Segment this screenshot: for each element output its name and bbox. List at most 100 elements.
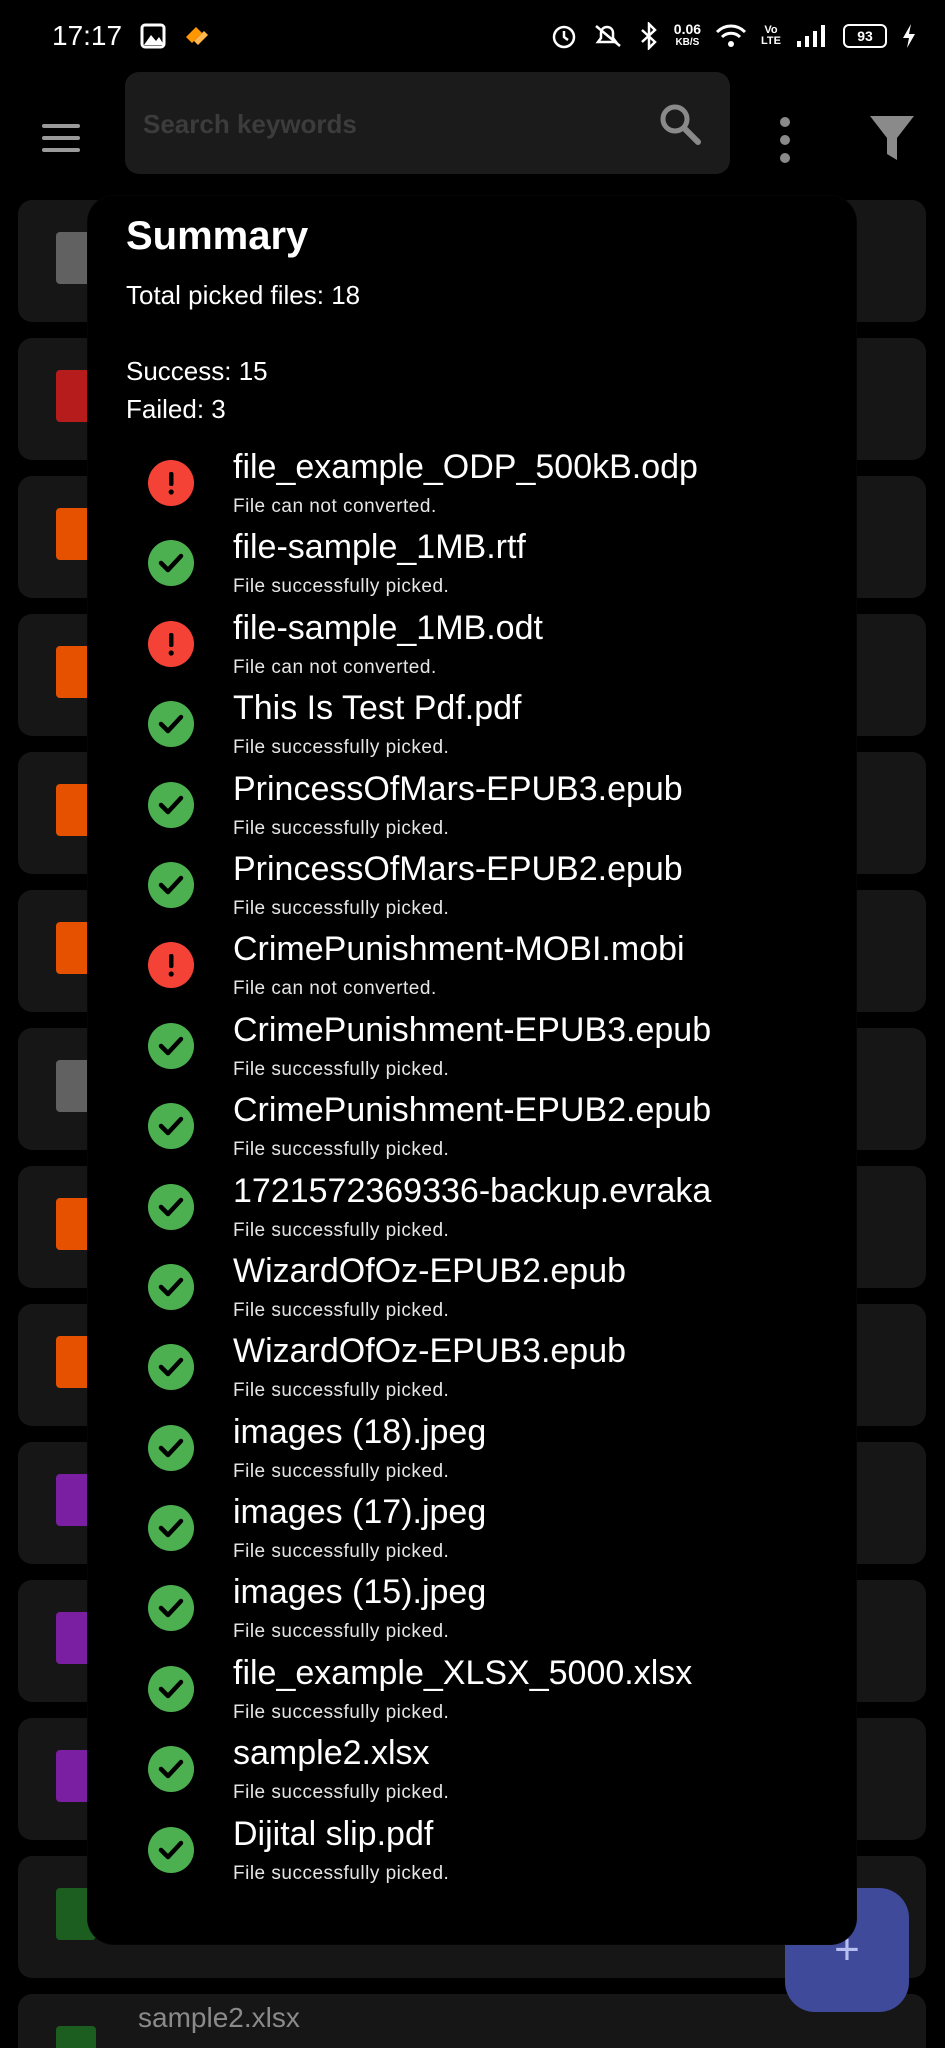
file-name: CrimePunishment-MOBI.mobi <box>233 930 685 969</box>
result-item: CrimePunishment-MOBI.mobi File can not co… <box>88 930 856 1010</box>
search-bar[interactable] <box>125 72 730 174</box>
check-circle-icon <box>148 861 194 908</box>
check-circle-icon <box>148 701 194 748</box>
search-icon[interactable] <box>658 102 702 146</box>
volte-bottom: LTE <box>761 35 781 47</box>
check-circle-icon <box>148 1022 194 1069</box>
file-name: CrimePunishment-EPUB3.epub <box>233 1010 712 1049</box>
file-status-message: File successfully picked. <box>233 1621 450 1643</box>
status-time: 17:17 <box>52 20 123 51</box>
file-status-message: File can not converted. <box>233 656 437 678</box>
wifi-icon <box>715 24 747 47</box>
network-speed: 0.06 KB/S <box>673 21 702 49</box>
result-item: WizardOfOz-EPUB3.epub File successfully p… <box>88 1332 856 1412</box>
result-item: file_example_ODP_500kB.odp File can not c… <box>88 448 856 528</box>
summary-dialog: Summary Total picked files: 18 Success: … <box>88 196 856 1944</box>
result-item: images (18).jpeg File successfully picked… <box>88 1413 856 1493</box>
check-circle-icon <box>148 1263 194 1310</box>
app-notification-icon <box>186 27 209 45</box>
file-name: PrincessOfMars-EPUB3.epub <box>233 769 683 808</box>
file-name: PrincessOfMars-EPUB2.epub <box>233 849 683 888</box>
file-status-message: File successfully picked. <box>233 1058 450 1080</box>
file-name: 1721572369336-backup.evraka <box>233 1171 712 1210</box>
file-status-message: File successfully picked. <box>233 1380 450 1402</box>
file-status-message: File successfully picked. <box>233 1541 450 1563</box>
file-name: images (18).jpeg <box>233 1412 487 1451</box>
result-item: file-sample_1MB.odt File can not converte… <box>88 609 856 689</box>
status-bar: 17:17 0.06 KB/S Vo LTE 93 <box>0 0 945 72</box>
check-circle-icon <box>148 540 194 587</box>
file-status-message: File successfully picked. <box>233 1460 450 1482</box>
file-type-icon <box>56 2026 96 2048</box>
file-name: file-sample_1MB.odt <box>233 608 543 647</box>
result-item: file-sample_1MB.rtf File successfully pic… <box>88 528 856 608</box>
result-item: CrimePunishment-EPUB2.epub File successfu… <box>88 1091 856 1171</box>
file-status-message: File successfully picked. <box>233 1219 450 1241</box>
error-circle-icon <box>148 942 194 989</box>
file-status-message: File successfully picked. <box>233 1701 450 1723</box>
result-item: PrincessOfMars-EPUB3.epub File successful… <box>88 770 856 850</box>
file-name: CrimePunishment-EPUB2.epub <box>233 1091 712 1130</box>
menu-button[interactable] <box>38 118 86 158</box>
check-circle-icon <box>148 781 194 828</box>
file-status-message: File successfully picked. <box>233 576 450 598</box>
file-name: This Is Test Pdf.pdf <box>233 689 522 728</box>
failed-count: Failed: 3 <box>126 394 226 424</box>
alarm-icon <box>552 25 576 49</box>
file-name: WizardOfOz-EPUB3.epub <box>233 1332 627 1371</box>
dialog-title: Summary <box>126 214 309 258</box>
error-circle-icon <box>148 460 194 506</box>
success-count: Success: 15 <box>126 356 268 386</box>
check-circle-icon <box>148 1826 194 1873</box>
file-status-message: File successfully picked. <box>233 1862 450 1884</box>
check-circle-icon <box>148 1505 194 1552</box>
check-circle-icon <box>148 1665 194 1712</box>
file-status-message: File can not converted. <box>233 978 437 1000</box>
battery-indicator: 93 <box>843 24 887 48</box>
file-status-message: File successfully picked. <box>233 1782 450 1804</box>
check-circle-icon <box>148 1585 194 1632</box>
notification-icons <box>140 23 210 49</box>
more-options-icon[interactable] <box>770 112 800 168</box>
file-name: WizardOfOz-EPUB2.epub <box>233 1251 627 1290</box>
result-item: CrimePunishment-EPUB3.epub File successfu… <box>88 1011 856 1091</box>
result-item: WizardOfOz-EPUB2.epub File successfully p… <box>88 1252 856 1332</box>
file-name: file-sample_1MB.rtf <box>233 528 526 567</box>
bluetooth-icon <box>640 22 657 50</box>
filter-icon[interactable] <box>868 112 916 164</box>
charging-icon <box>903 24 915 48</box>
gallery-icon <box>140 23 166 49</box>
file-status-message: File successfully picked. <box>233 1139 450 1161</box>
check-circle-icon <box>148 1103 194 1150</box>
result-item: images (17).jpeg File successfully picked… <box>88 1493 856 1573</box>
result-item: images (15).jpeg File successfully picked… <box>88 1573 856 1653</box>
volte-indicator: Vo LTE <box>761 25 781 47</box>
check-circle-icon <box>148 1746 194 1793</box>
status-right-icons: 0.06 KB/S Vo LTE 93 <box>550 0 917 72</box>
search-input[interactable] <box>143 98 623 150</box>
file-status-message: File successfully picked. <box>233 737 450 759</box>
file-status-message: File can not converted. <box>233 496 437 517</box>
check-circle-icon <box>148 1183 194 1230</box>
file-status-message: File successfully picked. <box>233 1299 450 1321</box>
result-item: Dijital slip.pdf File successfully picked… <box>88 1815 856 1895</box>
total-picked-files: Total picked files: 18 <box>126 280 361 310</box>
result-item: PrincessOfMars-EPUB2.epub File successful… <box>88 850 856 930</box>
file-name: file_example_ODP_500kB.odp <box>233 448 698 486</box>
result-list: file_example_ODP_500kB.odp File can not c… <box>88 448 856 1895</box>
file-name: images (15).jpeg <box>233 1573 487 1612</box>
file-card[interactable]: sample2.xlsx <box>18 1994 926 2048</box>
file-status-message: File successfully picked. <box>233 817 450 839</box>
file-name: Dijital slip.pdf <box>233 1814 434 1853</box>
result-item: 1721572369336-backup.evraka File successf… <box>88 1172 856 1252</box>
file-name: sample2.xlsx <box>138 2002 300 2033</box>
file-name: file_example_XLSX_5000.xlsx <box>233 1653 693 1692</box>
net-speed-unit: KB/S <box>675 37 700 48</box>
check-circle-icon <box>148 1344 194 1391</box>
check-circle-icon <box>148 1424 194 1471</box>
mute-icon <box>594 25 621 47</box>
signal-icon <box>797 25 825 47</box>
file-name: sample2.xlsx <box>233 1734 430 1773</box>
net-speed-value: 0.06 <box>673 21 702 37</box>
app-bar <box>0 72 945 192</box>
